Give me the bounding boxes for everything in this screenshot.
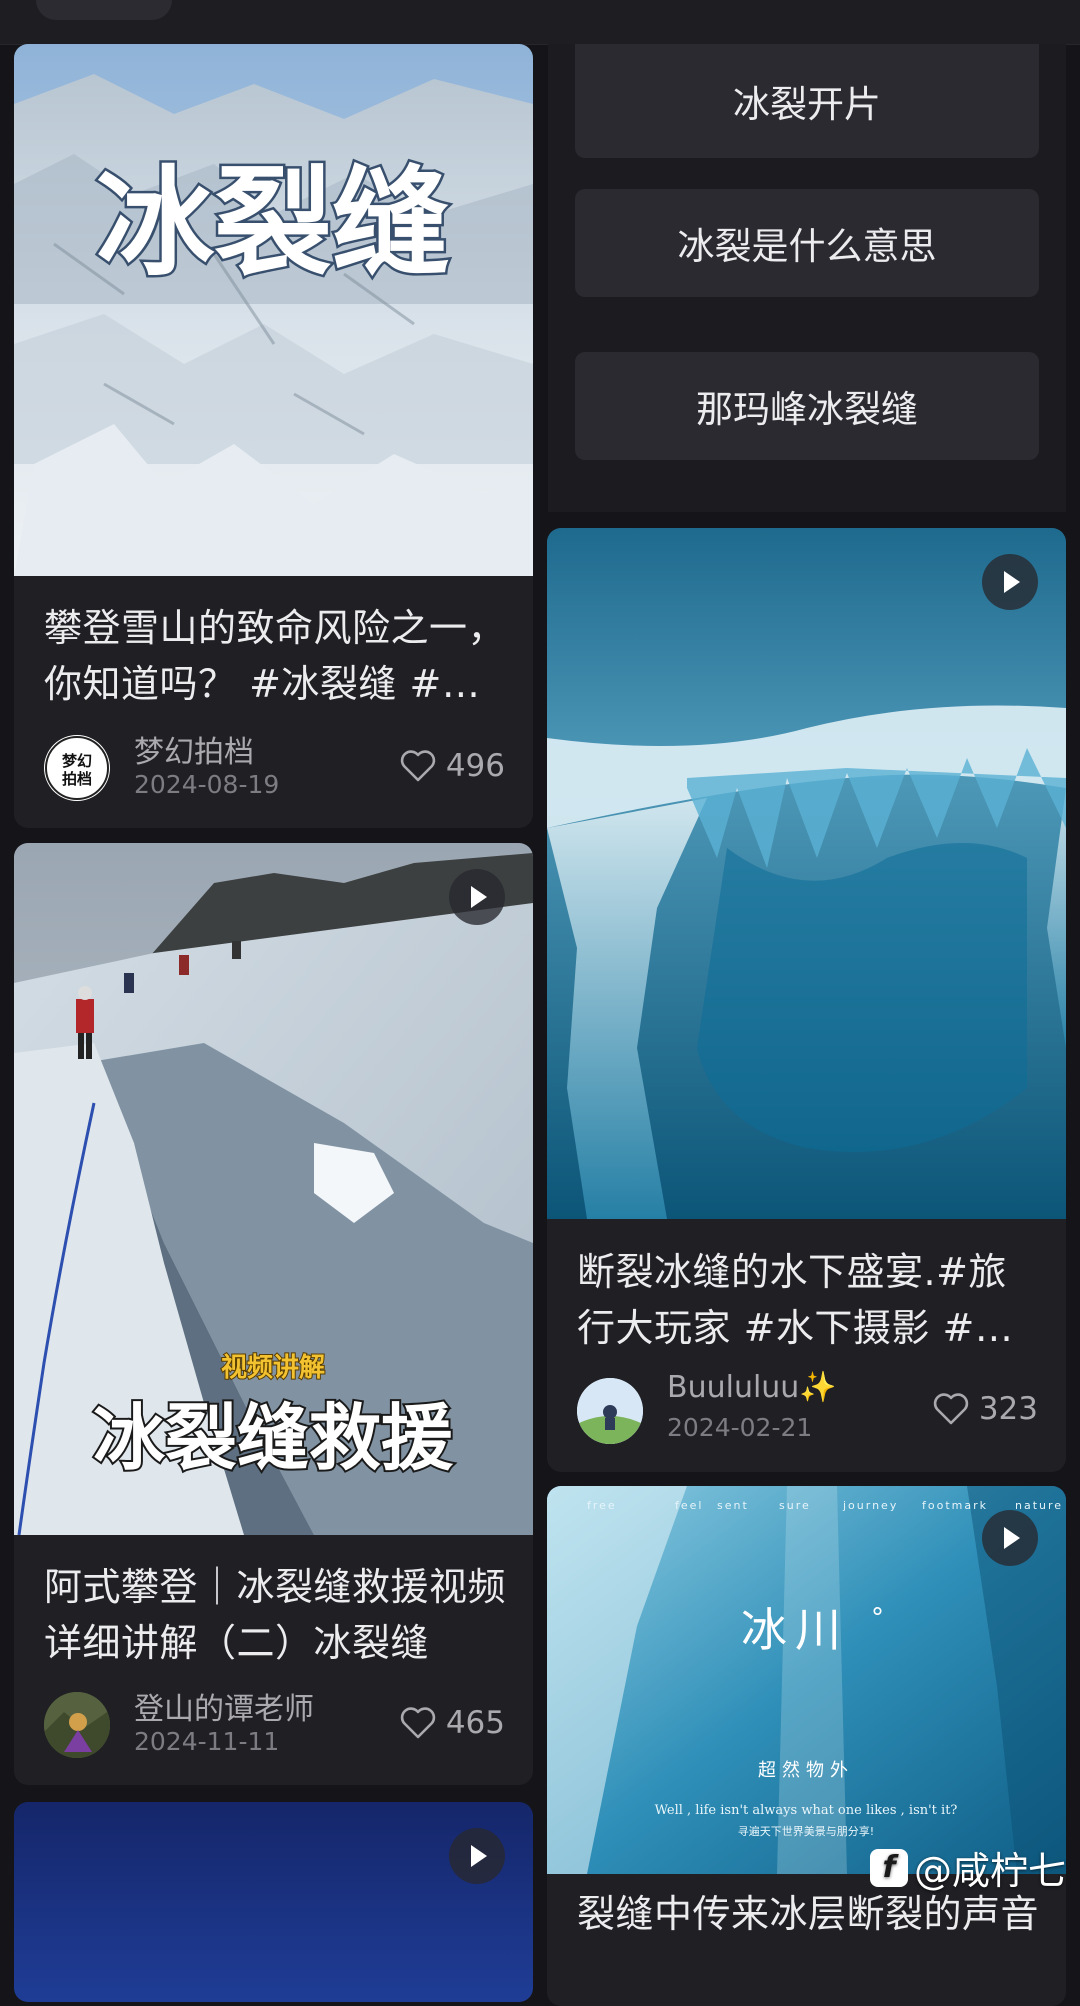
watermark-text: @咸柠七 bbox=[913, 1849, 1066, 1893]
card-thumbnail[interactable] bbox=[14, 1802, 533, 2002]
thumb-word: sent bbox=[717, 1499, 749, 1512]
thumb-word: journey bbox=[842, 1499, 898, 1512]
card-title[interactable]: 断裂冰缝的水下盛宴.#旅行大玩家 #水下摄影 #冰川 bbox=[577, 1244, 1040, 1356]
heart-icon bbox=[933, 1393, 968, 1425]
post-date: 2024-11-11 bbox=[134, 1727, 280, 1756]
thumbnail-subtitle: 视频讲解 bbox=[221, 1353, 325, 1383]
thumb-word: nature bbox=[1015, 1499, 1063, 1512]
platform-logo-icon: f bbox=[869, 1848, 908, 1887]
post-date: 2024-02-21 bbox=[667, 1413, 813, 1442]
like-count: 323 bbox=[978, 1391, 1038, 1427]
avatar-logo-text: 梦幻 bbox=[62, 752, 92, 770]
thumbnail-quote: Well , life isn't always what one likes … bbox=[655, 1803, 958, 1818]
author-name[interactable]: 登山的谭老师 bbox=[134, 1684, 314, 1728]
play-icon bbox=[449, 869, 505, 925]
card-thumbnail[interactable] bbox=[547, 528, 1066, 1219]
like-button[interactable]: 323 bbox=[933, 1391, 1038, 1427]
thumb-word: free bbox=[587, 1499, 617, 1512]
glacier-image: 冰裂缝 bbox=[14, 44, 533, 576]
card-title[interactable]: 阿式攀登｜冰裂缝救援视频详细讲解（二）冰裂缝 bbox=[44, 1559, 507, 1671]
avatar[interactable]: 梦幻 拍档 bbox=[44, 735, 110, 801]
related-search-item[interactable]: 冰裂是什么意思 bbox=[575, 189, 1039, 297]
like-count: 465 bbox=[445, 1705, 505, 1741]
avatar[interactable] bbox=[44, 1692, 110, 1758]
avatar-photo bbox=[44, 1692, 110, 1758]
underwater-ice-image bbox=[547, 528, 1066, 1219]
card-thumbnail[interactable]: free feel sent sure journey footmark nat… bbox=[547, 1486, 1066, 1874]
thumb-word: footmark bbox=[922, 1499, 988, 1512]
like-count: 496 bbox=[445, 748, 505, 784]
like-button[interactable]: 465 bbox=[400, 1705, 505, 1741]
thumbnail-degree: ° bbox=[871, 1603, 884, 1633]
top-bar bbox=[0, 0, 1080, 45]
video-card[interactable] bbox=[14, 1802, 533, 2002]
like-button[interactable]: 496 bbox=[400, 748, 505, 784]
related-searches: 冰裂开片 冰裂是什么意思 那玛峰冰裂缝 bbox=[548, 44, 1066, 512]
related-search-item[interactable]: 那玛峰冰裂缝 bbox=[575, 352, 1039, 460]
play-icon bbox=[449, 1828, 505, 1884]
video-card[interactable]: 视频讲解 冰裂缝救援 阿式攀登｜冰裂缝救援视频详细讲解（二）冰裂缝 登山的谭老师… bbox=[14, 843, 533, 1785]
author-name[interactable]: Buululuu✨ bbox=[667, 1370, 837, 1405]
play-icon bbox=[982, 554, 1038, 610]
thumbnail-title: 冰川 bbox=[741, 1603, 849, 1657]
watermark: f @咸柠七 bbox=[869, 1840, 1066, 1895]
video-card[interactable]: 断裂冰缝的水下盛宴.#旅行大玩家 #水下摄影 #冰川 Buululuu✨ 202… bbox=[547, 528, 1066, 1472]
thumb-word: feel bbox=[675, 1499, 703, 1512]
post-date: 2024-08-19 bbox=[134, 770, 280, 799]
video-card[interactable]: free feel sent sure journey footmark nat… bbox=[547, 1486, 1066, 2006]
card-thumbnail[interactable]: 冰裂缝 bbox=[14, 44, 533, 576]
night-sky-image bbox=[14, 1802, 533, 2002]
avatar-photo bbox=[577, 1378, 643, 1444]
thumbnail-title: 冰裂缝 bbox=[96, 154, 450, 292]
card-thumbnail[interactable]: 视频讲解 冰裂缝救援 bbox=[14, 843, 533, 1535]
avatar[interactable] bbox=[577, 1378, 643, 1444]
thumbnail-title: 冰裂缝救援 bbox=[93, 1396, 454, 1480]
heart-icon bbox=[400, 750, 435, 782]
video-card[interactable]: 冰裂缝 攀登雪山的致命风险之一，你知道吗？ #冰裂缝 #雪山 梦幻 拍档 梦幻拍… bbox=[14, 44, 533, 828]
svg-text:拍档: 拍档 bbox=[62, 770, 92, 788]
play-icon bbox=[982, 1510, 1038, 1566]
author-name[interactable]: 梦幻拍档 bbox=[134, 727, 254, 771]
thumb-word: sure bbox=[779, 1499, 811, 1512]
search-pill[interactable] bbox=[36, 0, 172, 20]
related-search-item[interactable]: 冰裂开片 bbox=[575, 44, 1039, 158]
card-title[interactable]: 攀登雪山的致命风险之一，你知道吗？ #冰裂缝 #雪山 bbox=[44, 600, 507, 712]
avatar-logo: 梦幻 拍档 bbox=[45, 736, 109, 800]
thumbnail-caption: 寻遍天下世界美景与朋分享! bbox=[738, 1824, 874, 1838]
crevasse-image: 视频讲解 冰裂缝救援 bbox=[14, 843, 533, 1535]
thumbnail-subtitle: 超然物外 bbox=[758, 1760, 854, 1781]
heart-icon bbox=[400, 1707, 435, 1739]
